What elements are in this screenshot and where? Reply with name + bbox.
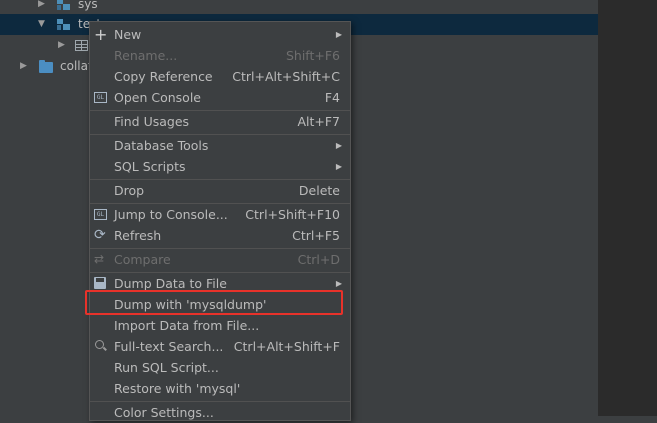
menu-item-label: Jump to Console...	[114, 207, 228, 222]
chevron-right-icon[interactable]: ▶	[58, 35, 65, 56]
highlight-annotation	[85, 290, 343, 315]
menu-item-sql-scripts[interactable]: SQL Scripts ▶	[90, 156, 350, 177]
menu-item-shortcut: Shift+F6	[285, 48, 340, 63]
menu-item-label: Open Console	[114, 90, 201, 105]
menu-item-label: Copy Reference	[114, 69, 213, 84]
menu-item-rename[interactable]: Rename... Shift+F6	[90, 45, 350, 66]
compare-icon: ⇄	[94, 252, 105, 266]
refresh-icon: ⟳	[94, 227, 106, 243]
menu-item-shortcut: Ctrl+Alt+Shift+F	[233, 339, 340, 354]
menu-item-shortcut: Alt+F7	[297, 114, 340, 129]
menu-item-shortcut: F4	[324, 90, 340, 105]
menu-item-label: Restore with 'mysql'	[114, 381, 241, 396]
menu-item-label: Refresh	[114, 228, 162, 243]
menu-item-shortcut: Ctrl+Shift+F10	[245, 207, 340, 222]
menu-item-label: Rename...	[114, 48, 178, 63]
menu-item-find-usages[interactable]: Find Usages Alt+F7	[90, 111, 350, 132]
menu-item-run-sql-script[interactable]: Run SQL Script...	[90, 357, 350, 378]
menu-item-label: Import Data from File...	[114, 318, 260, 333]
menu-item-label: New	[114, 27, 142, 42]
menu-item-copy-reference[interactable]: Copy Reference Ctrl+Alt+Shift+C	[90, 66, 350, 87]
submenu-arrow-icon: ▶	[335, 30, 342, 39]
plus-icon: +	[94, 25, 108, 44]
schema-icon	[57, 0, 70, 10]
chevron-right-icon[interactable]: ▶	[38, 0, 45, 15]
menu-item-compare[interactable]: ⇄ Compare Ctrl+D	[90, 249, 350, 270]
menu-item-shortcut: Delete	[298, 183, 340, 198]
submenu-arrow-icon: ▶	[335, 141, 342, 150]
menu-item-shortcut: Ctrl+Alt+Shift+C	[232, 69, 340, 84]
menu-item-full-text-search[interactable]: Full-text Search... Ctrl+Alt+Shift+F	[90, 336, 350, 357]
menu-item-drop[interactable]: Drop Delete	[90, 180, 350, 201]
tree-node-sys[interactable]: ▶ sys	[0, 0, 598, 15]
menu-item-shortcut: Ctrl+F5	[292, 228, 340, 243]
chevron-right-icon[interactable]: ▶	[20, 56, 27, 77]
menu-item-import-data-from-file[interactable]: Import Data from File...	[90, 315, 350, 336]
menu-item-label: Full-text Search...	[114, 339, 224, 354]
menu-item-color-settings[interactable]: Color Settings...	[90, 402, 350, 423]
search-icon	[95, 340, 104, 349]
menu-item-shortcut: Ctrl+D	[297, 252, 340, 267]
menu-item-jump-to-console[interactable]: GL Jump to Console... Ctrl+Shift+F10	[90, 204, 350, 225]
menu-item-database-tools[interactable]: Database Tools ▶	[90, 135, 350, 156]
menu-item-label: Run SQL Script...	[114, 360, 219, 375]
chevron-down-icon[interactable]: ▼	[38, 14, 45, 35]
console-icon: GL	[94, 92, 107, 103]
tree-node-label: sys	[78, 0, 98, 11]
menu-item-restore-with-mysql[interactable]: Restore with 'mysql'	[90, 378, 350, 399]
menu-item-label: Drop	[114, 183, 145, 198]
editor-area	[598, 0, 657, 416]
context-menu: + New ▶ Rename... Shift+F6 Copy Referenc…	[89, 21, 351, 421]
menu-item-label: Compare	[114, 252, 171, 267]
console-icon: GL	[94, 209, 107, 220]
save-icon	[94, 277, 106, 289]
menu-item-label: Find Usages	[114, 114, 190, 129]
menu-item-refresh[interactable]: ⟳ Refresh Ctrl+F5	[90, 225, 350, 246]
menu-item-label: Color Settings...	[114, 405, 214, 420]
schema-icon	[57, 19, 70, 30]
menu-item-new[interactable]: + New ▶	[90, 24, 350, 45]
submenu-arrow-icon: ▶	[335, 162, 342, 171]
menu-item-label: Database Tools	[114, 138, 209, 153]
menu-item-open-console[interactable]: GL Open Console F4	[90, 87, 350, 108]
folder-icon	[39, 60, 53, 73]
menu-item-label: SQL Scripts	[114, 159, 186, 174]
table-icon	[75, 40, 88, 51]
